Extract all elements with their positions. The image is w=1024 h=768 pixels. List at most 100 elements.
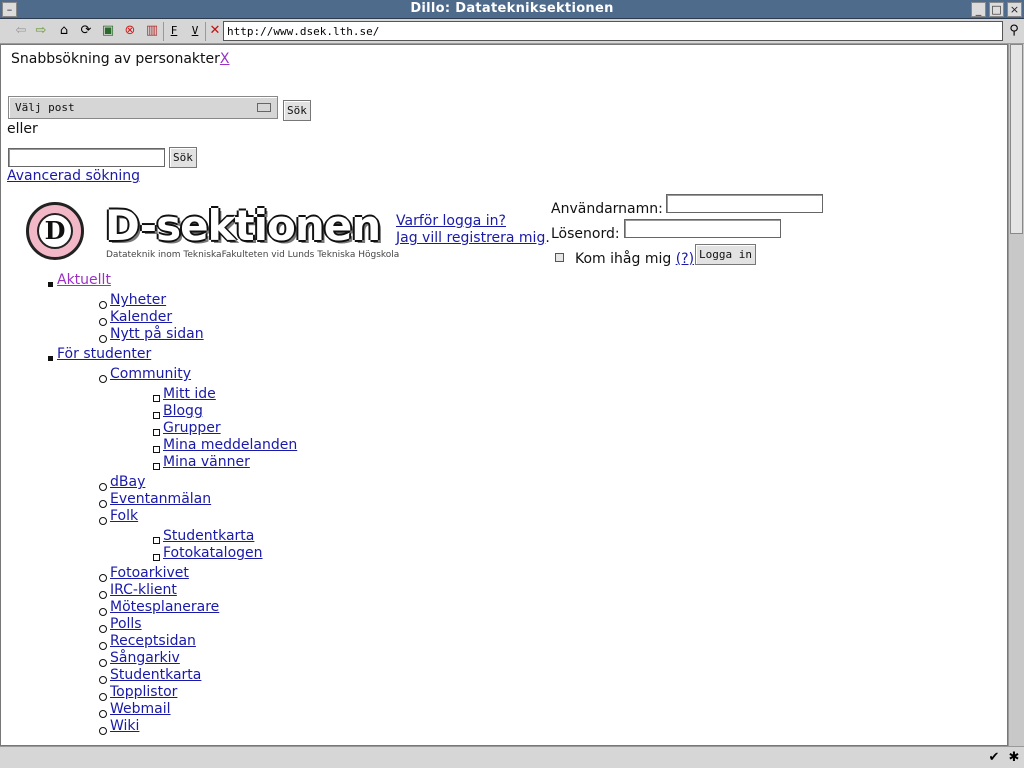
scrollbar-thumb[interactable] xyxy=(1010,44,1023,234)
toolbar-separator xyxy=(163,22,164,41)
nav-bullet-icon xyxy=(99,517,107,525)
minimize-button[interactable]: _ xyxy=(971,2,986,17)
save-icon[interactable]: ▣ xyxy=(99,22,117,40)
nav-link-level2[interactable]: Webmail xyxy=(110,701,171,717)
post-select[interactable]: Välj post xyxy=(8,96,278,119)
post-select-value: Välj post xyxy=(15,101,75,114)
nav-link-level2[interactable]: Fotoarkivet xyxy=(110,565,189,581)
nav-link-level3[interactable]: Blogg xyxy=(163,403,203,419)
nav-link-level1[interactable]: För studenter xyxy=(57,346,151,362)
register-line: Jag vill registrera mig. xyxy=(396,230,550,246)
seal-letter: D xyxy=(37,213,73,249)
nav-link-level3[interactable]: Fotokatalogen xyxy=(163,545,263,561)
nav-link-level3[interactable]: Mina vänner xyxy=(163,454,250,470)
check-icon[interactable]: ✔ xyxy=(986,750,1002,766)
nav-bullet-icon xyxy=(99,727,107,735)
login-button[interactable]: Logga in xyxy=(695,244,756,265)
advanced-search-link[interactable]: Avancerad sökning xyxy=(7,168,140,184)
nav-bullet-icon xyxy=(99,318,107,326)
page-viewport: Snabbsökning av personakterX Välj post S… xyxy=(0,44,1008,746)
d-sektionen-wordmark[interactable]: D-sektionen xyxy=(105,201,381,250)
nav-link-level2[interactable]: Community xyxy=(110,366,191,382)
nav-bullet-icon xyxy=(99,710,107,718)
nav-bullet-icon xyxy=(99,608,107,616)
nav-link-level3[interactable]: Studentkarta xyxy=(163,528,254,544)
nav-link-level1[interactable]: Aktuellt xyxy=(57,272,111,288)
nav-bullet-icon xyxy=(153,446,160,453)
nav-link-level2[interactable]: Wiki xyxy=(110,718,139,734)
nav-link-level2[interactable]: Mötesplanerare xyxy=(110,599,219,615)
nav-link-level2[interactable]: IRC-klient xyxy=(110,582,177,598)
nav-bullet-icon xyxy=(48,356,53,361)
name-search-input[interactable] xyxy=(8,148,165,167)
nav-bullet-icon xyxy=(99,375,107,383)
nav-bullet-icon xyxy=(153,463,160,470)
browser-toolbar: ⇦ ⇨ ⌂ ⟳ ▣ ⊗ ▥ F V ✕ http://www.dsek.lth.… xyxy=(0,19,1024,44)
nav-bullet-icon xyxy=(99,625,107,633)
nav-link-level2[interactable]: Nytt på sidan xyxy=(110,326,204,342)
nav-link-level2[interactable]: Folk xyxy=(110,508,138,524)
nav-link-level2[interactable]: dBay xyxy=(110,474,145,490)
nav-bullet-icon xyxy=(153,554,160,561)
forward-icon[interactable]: ⇨ xyxy=(32,22,50,40)
nav-bullet-icon xyxy=(48,282,53,287)
remember-help-link[interactable]: (?) xyxy=(676,251,694,267)
name-search-button[interactable]: Sök xyxy=(169,147,197,168)
reload-icon[interactable]: ⟳ xyxy=(77,22,95,40)
remember-me-checkbox[interactable] xyxy=(555,253,564,262)
maximize-button[interactable]: □ xyxy=(989,2,1004,17)
bug-icon[interactable]: ✱ xyxy=(1006,750,1022,766)
why-login-link[interactable]: Varför logga in? xyxy=(396,213,506,229)
nav-bullet-icon xyxy=(99,574,107,582)
nav-link-level2[interactable]: Sångarkiv xyxy=(110,650,180,666)
or-text: eller xyxy=(7,121,38,137)
bookmarks-icon[interactable]: ▥ xyxy=(143,22,161,40)
view-toggle-button[interactable]: V xyxy=(186,22,204,40)
stop-icon[interactable]: ⊗ xyxy=(121,22,139,40)
logo-tagline: Datateknik inom TekniskaFakulteten vid L… xyxy=(106,250,400,260)
nav-link-level2[interactable]: Receptsidan xyxy=(110,633,196,649)
nav-link-level2[interactable]: Kalender xyxy=(110,309,172,325)
nav-bullet-icon xyxy=(153,537,160,544)
nav-bullet-icon xyxy=(153,429,160,436)
register-link[interactable]: Jag vill registrera mig xyxy=(396,230,545,246)
nav-bullet-icon xyxy=(99,301,107,309)
nav-link-level2[interactable]: Nyheter xyxy=(110,292,166,308)
nav-link-level3[interactable]: Mina meddelanden xyxy=(163,437,297,453)
nav-bullet-icon xyxy=(99,659,107,667)
clear-url-icon[interactable]: ✕ xyxy=(206,22,224,40)
vertical-scrollbar[interactable] xyxy=(1008,44,1024,746)
section-seal-logo[interactable]: D xyxy=(26,202,84,260)
back-icon[interactable]: ⇦ xyxy=(12,22,30,40)
nav-bullet-icon xyxy=(153,412,160,419)
nav-link-level2[interactable]: Eventanmälan xyxy=(110,491,211,507)
search-icon[interactable]: ⚲ xyxy=(1006,22,1022,40)
nav-link-level2[interactable]: Topplistor xyxy=(110,684,177,700)
nav-link-level2[interactable]: Studentkarta xyxy=(110,667,201,683)
home-icon[interactable]: ⌂ xyxy=(55,22,73,40)
nav-link-level3[interactable]: Grupper xyxy=(163,420,221,436)
url-input[interactable]: http://www.dsek.lth.se/ xyxy=(223,21,1003,41)
nav-bullet-icon xyxy=(99,483,107,491)
password-label: Lösenord: xyxy=(551,226,620,242)
close-window-button[interactable]: × xyxy=(1007,2,1022,17)
register-suffix: . xyxy=(545,230,550,246)
nav-bullet-icon xyxy=(99,642,107,650)
username-input[interactable] xyxy=(666,194,823,213)
password-input[interactable] xyxy=(624,219,781,238)
nav-link-level3[interactable]: Mitt ide xyxy=(163,386,216,402)
nav-bullet-icon xyxy=(99,335,107,343)
nav-bullet-icon xyxy=(153,395,160,402)
quicksearch-heading: Snabbsökning av personakterX xyxy=(11,51,230,67)
dropdown-arrow-icon xyxy=(257,103,271,112)
remember-me-label: Kom ihåg mig xyxy=(575,251,672,267)
remember-me-line: Kom ihåg mig (?) xyxy=(575,251,694,267)
nav-bullet-icon xyxy=(99,676,107,684)
nav-link-level2[interactable]: Polls xyxy=(110,616,142,632)
nav-bullet-icon xyxy=(99,693,107,701)
window-titlebar: – Dillo: Datateknik­sektionen _ □ × xyxy=(0,0,1024,19)
fullscreen-toggle-button[interactable]: F xyxy=(165,22,183,40)
window-title: Dillo: Datateknik­sektionen xyxy=(410,1,614,16)
quicksearch-close-link[interactable]: X xyxy=(220,51,230,67)
post-search-button[interactable]: Sök xyxy=(283,100,311,121)
